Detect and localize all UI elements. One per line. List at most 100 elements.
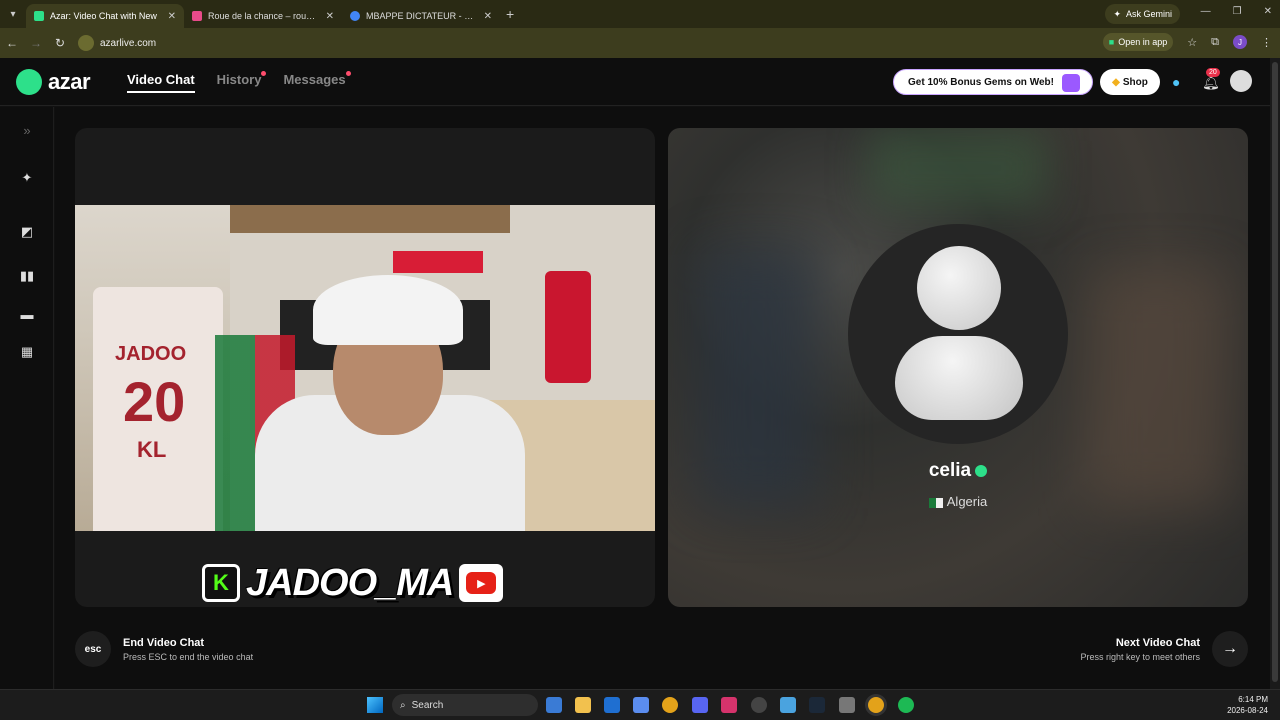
next-chat-hint: Next Video Chat Press right key to meet … (1080, 631, 1248, 667)
address-bar: ← → ↻ azarlive.com ■ Open in app ☆ ⧉ J ⋮ (0, 28, 1280, 58)
file-explorer-icon[interactable] (575, 697, 591, 713)
app-icon[interactable] (780, 697, 796, 713)
white-jersey: JADOO 20 KL (93, 287, 223, 531)
system-clock[interactable]: 6:14 PM 2026-08-24 (1227, 694, 1268, 716)
left-rail: » ✦ ◩ ▮▮ ▬ ▦ (0, 107, 54, 689)
window-controls: — ❐ ✕ (1201, 6, 1272, 17)
filter-icon[interactable]: ◩ (18, 223, 36, 241)
user-avatar[interactable] (1230, 70, 1252, 92)
nav-history[interactable]: History (216, 71, 267, 93)
google-favicon-icon (350, 11, 360, 21)
blurred-background (868, 128, 1048, 208)
url-text: azarlive.com (100, 37, 157, 49)
wheel-favicon-icon (192, 11, 202, 21)
end-chat-hint: esc End Video Chat Press ESC to end the … (75, 631, 253, 667)
azar-logo-icon (16, 69, 42, 95)
red-jersey (545, 271, 591, 383)
scrollbar-thumb[interactable] (1272, 62, 1278, 682)
clock-date: 2026-08-24 (1227, 706, 1268, 715)
close-tab-icon[interactable]: ✕ (484, 11, 492, 22)
nav-label: Messages (283, 72, 346, 87)
app-icon: ■ (1108, 37, 1115, 47)
chrome-icon[interactable] (662, 697, 678, 713)
unread-dot (345, 71, 351, 76)
page-scrollbar[interactable] (1270, 58, 1280, 689)
main-nav: Video Chat History Messages (127, 71, 351, 93)
store-icon[interactable] (633, 697, 649, 713)
outlook-icon[interactable] (604, 697, 620, 713)
taskbar-search[interactable]: ⌕ Search (392, 694, 538, 716)
ask-gemini-label: Ask Gemini (1125, 9, 1172, 19)
instagram-icon[interactable] (721, 697, 737, 713)
tab-title: MBAPPE DICTATEUR - Recherch (366, 11, 478, 21)
azar-logo[interactable]: azar (16, 69, 91, 95)
avatar-head-icon (917, 246, 1001, 330)
gemini-sparkle-icon: ✦ (1113, 8, 1121, 19)
discord-icon[interactable] (692, 697, 708, 713)
back-icon[interactable]: ← (0, 36, 24, 50)
tab-azar[interactable]: Azar: Video Chat with New ✕ (26, 4, 184, 28)
peer-video-card: celia Algeria (668, 128, 1248, 607)
open-in-app-label: Open in app (1118, 37, 1168, 47)
next-chat-title: Next Video Chat (1115, 636, 1200, 649)
chrome-active-icon[interactable] (868, 697, 884, 713)
jersey-initials: KL (137, 437, 167, 462)
widgets-icon[interactable] (546, 697, 562, 713)
peer-country: Algeria (946, 494, 988, 509)
new-tab-button[interactable]: + (506, 6, 514, 22)
next-video-chat-button[interactable]: → (1212, 631, 1248, 667)
obs-icon[interactable] (751, 697, 767, 713)
peer-name: celia (928, 460, 972, 481)
end-chat-text: End Video Chat Press ESC to end the vide… (123, 637, 253, 662)
layout-grid-icon[interactable]: ▦ (18, 343, 36, 361)
nav-video-chat[interactable]: Video Chat (127, 72, 195, 93)
close-window-icon[interactable]: ✕ (1264, 6, 1272, 17)
windows-start-icon[interactable] (367, 697, 383, 713)
tab-search-icon[interactable]: ▾ (0, 0, 26, 28)
peer-name-row: celia (668, 460, 1248, 482)
close-tab-icon[interactable]: ✕ (326, 11, 334, 22)
search-label: Search (411, 699, 444, 711)
layout-stack-icon[interactable]: ▬ (18, 305, 36, 323)
close-tab-icon[interactable]: ✕ (168, 11, 176, 22)
nav-label: History (216, 72, 262, 87)
open-in-app-button[interactable]: ■ Open in app (1102, 33, 1174, 51)
chat-bubble-icon[interactable]: ● (1172, 74, 1180, 90)
minimize-icon[interactable]: — (1201, 6, 1211, 17)
expand-icon[interactable]: » (18, 121, 36, 139)
spotify-icon[interactable] (898, 697, 914, 713)
tab-mbappe[interactable]: MBAPPE DICTATEUR - Recherch ✕ (342, 4, 500, 28)
nav-messages[interactable]: Messages (283, 71, 351, 93)
url-field[interactable]: azarlive.com (78, 35, 156, 51)
nav-label: Video Chat (127, 72, 195, 87)
layout-side-icon[interactable]: ▮▮ (18, 267, 36, 285)
magic-wand-icon[interactable]: ✦ (18, 169, 36, 187)
streamer-cap (313, 275, 463, 345)
address-bar-actions: ■ Open in app ☆ ⧉ J ⋮ (1102, 33, 1272, 51)
kick-logo-icon: K (202, 564, 240, 602)
azar-favicon-icon (34, 11, 44, 21)
site-info-icon[interactable] (78, 35, 94, 51)
bookmark-star-icon[interactable]: ☆ (1187, 36, 1197, 49)
logo-text: azar (48, 69, 91, 94)
reload-icon[interactable]: ↻ (48, 36, 72, 50)
shop-button[interactable]: ◆ Shop (1100, 69, 1160, 95)
extensions-icon[interactable]: ⧉ (1211, 36, 1219, 49)
windows-taskbar: ⌕ Search 6:14 PM 2026-08-24 (0, 689, 1280, 720)
jersey-name: JADOO (115, 343, 187, 365)
profile-avatar[interactable]: J (1233, 35, 1247, 49)
tab-roue[interactable]: Roue de la chance – roue aléat ✕ (184, 4, 342, 28)
ask-gemini-button[interactable]: ✦ Ask Gemini (1105, 4, 1180, 24)
browser-menu-icon[interactable]: ⋮ (1261, 36, 1272, 49)
peer-avatar-placeholder (848, 224, 1068, 444)
end-video-chat-button[interactable]: esc (75, 631, 111, 667)
notification-count-badge: 20 (1206, 68, 1220, 77)
steam-icon[interactable] (809, 697, 825, 713)
unread-dot (261, 71, 267, 76)
bonus-gems-promo-button[interactable]: Get 10% Bonus Gems on Web! (893, 69, 1093, 95)
next-chat-subtitle: Press right key to meet others (1080, 651, 1200, 662)
forward-icon[interactable]: → (24, 36, 48, 50)
restore-icon[interactable]: ❐ (1233, 6, 1242, 17)
app-icon[interactable] (839, 697, 855, 713)
red-banner (393, 251, 483, 273)
